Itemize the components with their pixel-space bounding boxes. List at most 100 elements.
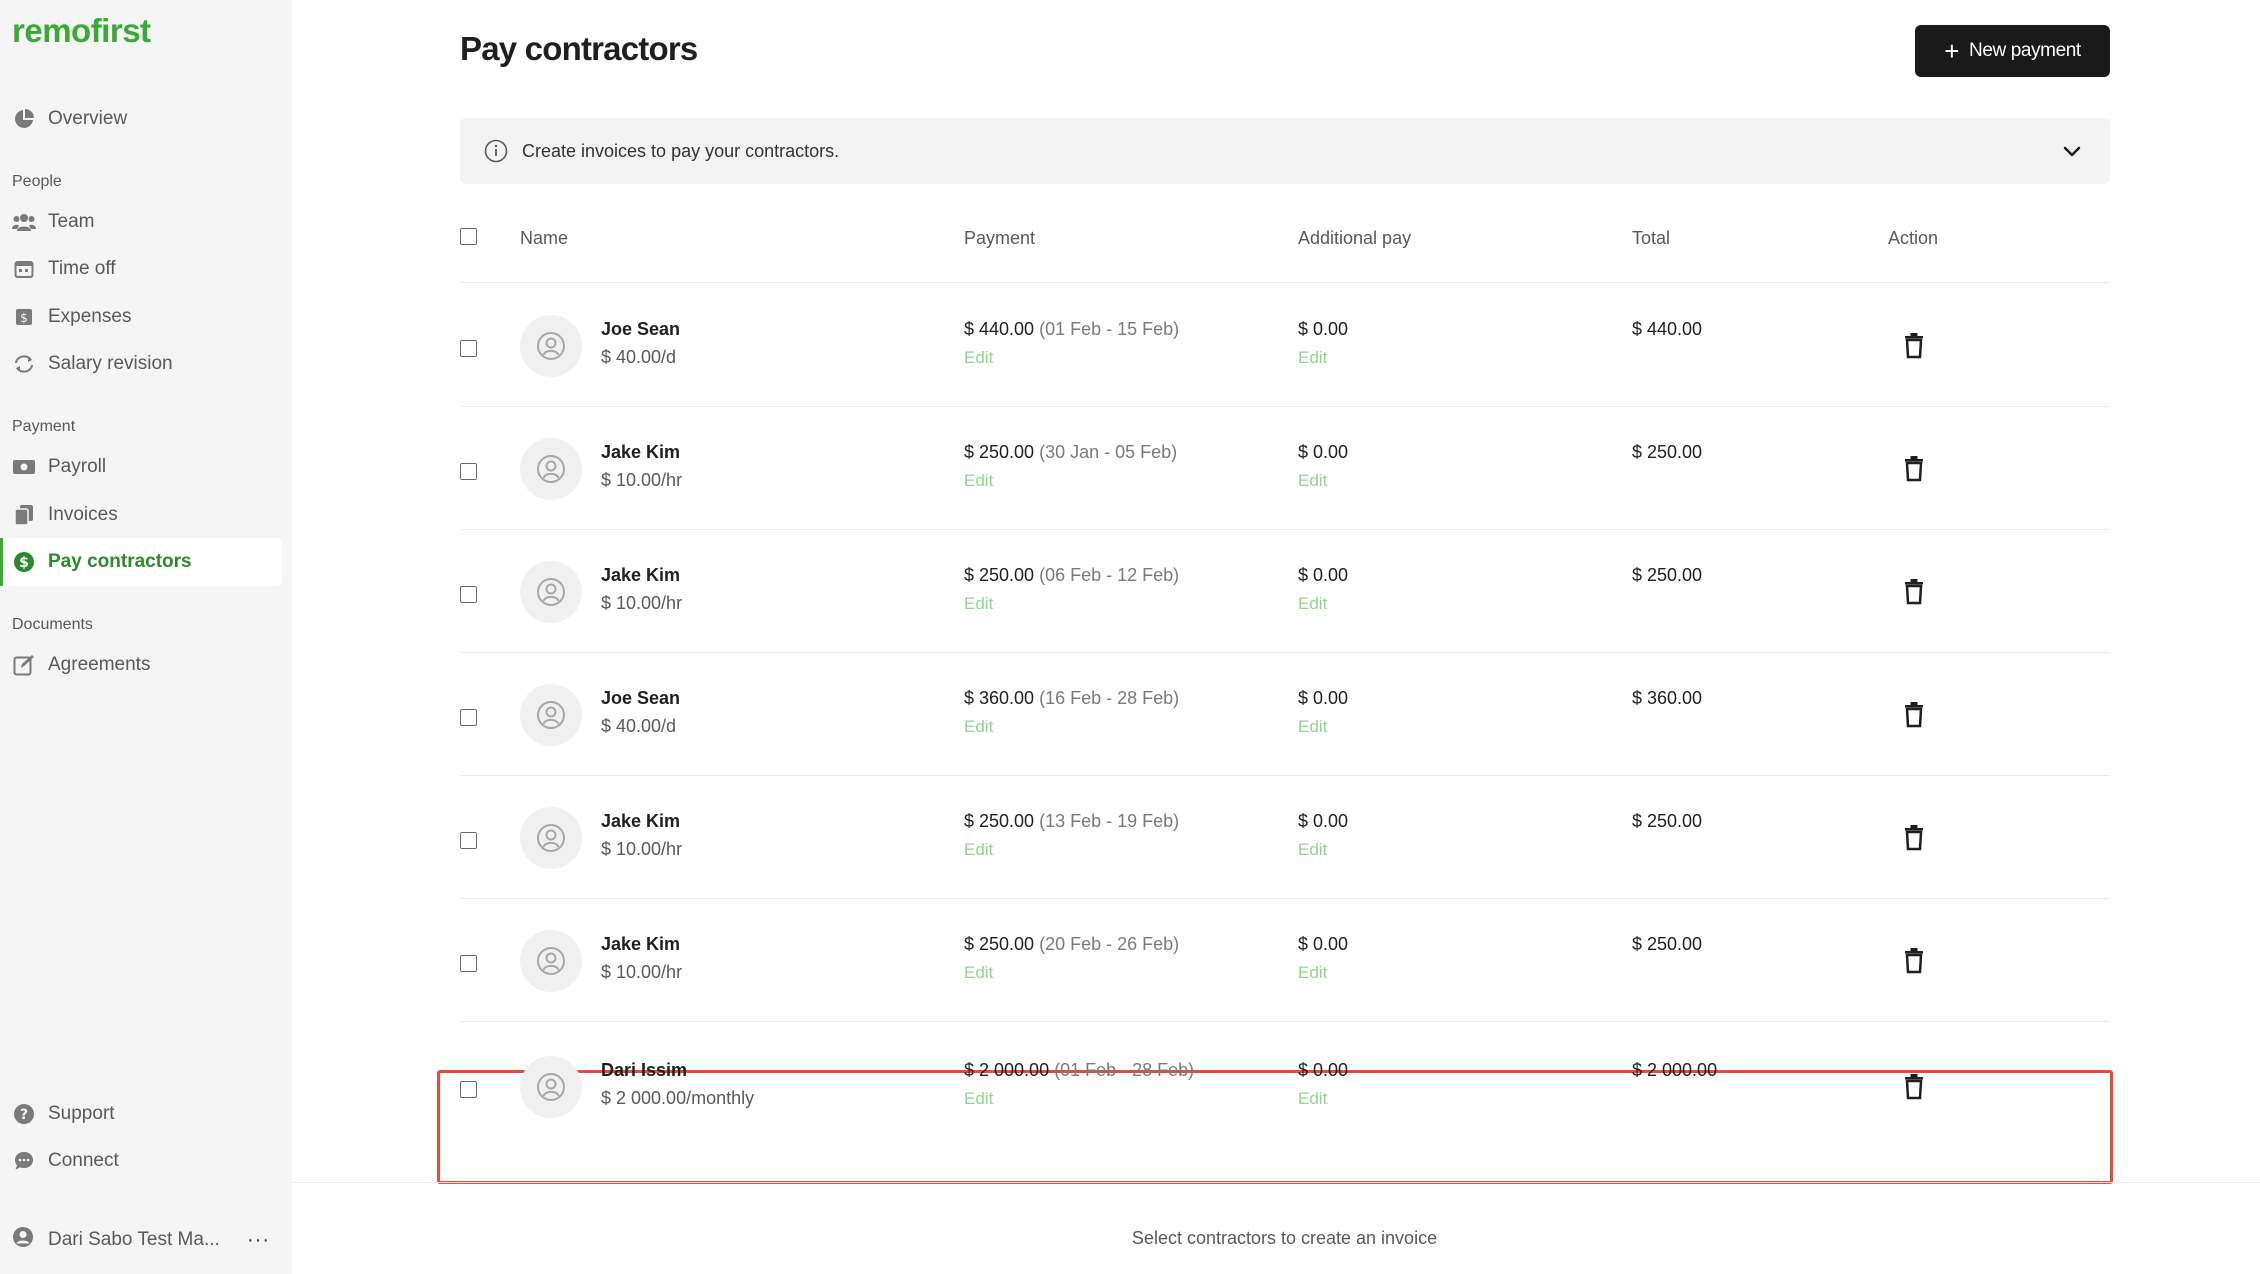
- edit-payment-link[interactable]: Edit: [964, 1089, 993, 1109]
- edit-additional-pay-link[interactable]: Edit: [1298, 963, 1327, 983]
- trash-icon[interactable]: [1900, 823, 1928, 851]
- trash-icon[interactable]: [1900, 946, 1928, 974]
- additional-pay-amount: $ 0.00: [1298, 1060, 1349, 1080]
- header-additional-pay: Additional pay: [1298, 228, 1412, 248]
- row-checkbox[interactable]: [460, 709, 477, 726]
- payment-period: (01 Feb - 28 Feb): [1054, 1060, 1195, 1080]
- logo[interactable]: remofirst: [12, 12, 151, 50]
- payment-value: $ 250.00: [964, 811, 1035, 831]
- sidebar-item-support[interactable]: ? Support: [0, 1090, 282, 1138]
- more-options-icon[interactable]: ···: [247, 1229, 270, 1252]
- sidebar-item-payroll[interactable]: Payroll: [0, 443, 282, 491]
- trash-icon[interactable]: [1900, 577, 1928, 605]
- edit-additional-pay-link[interactable]: Edit: [1298, 471, 1327, 491]
- edit-additional-pay-link[interactable]: Edit: [1298, 717, 1327, 737]
- contractor-rate: $ 10.00/hr: [601, 470, 683, 490]
- dollar-circle-icon: $: [12, 550, 36, 574]
- row-checkbox[interactable]: [460, 586, 477, 603]
- payment-value: $ 2 000.00: [964, 1060, 1050, 1080]
- divider: [460, 898, 2110, 899]
- sidebar-item-salary-revision[interactable]: Salary revision: [0, 340, 282, 388]
- new-payment-button[interactable]: + New payment: [1915, 25, 2110, 77]
- contractor-rate: $ 10.00/hr: [601, 839, 683, 859]
- avatar: [520, 1056, 582, 1118]
- row-checkbox[interactable]: [460, 463, 477, 480]
- edit-payment-link[interactable]: Edit: [964, 348, 993, 368]
- user-avatar-icon: [12, 1226, 34, 1254]
- contractor-rate: $ 40.00/d: [601, 716, 677, 736]
- sidebar-item-label: Pay contractors: [48, 551, 192, 572]
- edit-additional-pay-link[interactable]: Edit: [1298, 840, 1327, 860]
- row-checkbox[interactable]: [460, 340, 477, 357]
- payment-value: $ 440.00: [964, 319, 1035, 339]
- contractor-name: Jake Kim: [601, 442, 681, 462]
- calendar-icon: [12, 257, 36, 281]
- row-checkbox[interactable]: [460, 1081, 477, 1098]
- user-placeholder-icon: [537, 578, 565, 606]
- edit-additional-pay-link[interactable]: Edit: [1298, 594, 1327, 614]
- header-action: Action: [1888, 228, 1939, 248]
- user-menu[interactable]: Dari Sabo Test Ma... ···: [12, 1226, 270, 1254]
- edit-additional-pay-link[interactable]: Edit: [1298, 348, 1327, 368]
- total-amount: $ 250.00: [1632, 811, 1703, 831]
- additional-pay-amount: $ 0.00: [1298, 319, 1349, 339]
- sidebar-item-pay-contractors[interactable]: $ Pay contractors: [0, 538, 282, 586]
- receipt-icon: $: [12, 305, 36, 329]
- total-amount: $ 250.00: [1632, 934, 1703, 954]
- edit-additional-pay-link[interactable]: Edit: [1298, 1089, 1327, 1109]
- sidebar-item-label: Support: [48, 1103, 115, 1124]
- info-text: Create invoices to pay your contractors.: [522, 140, 840, 161]
- sidebar-item-invoices[interactable]: Invoices: [0, 491, 282, 539]
- row-checkbox[interactable]: [460, 955, 477, 972]
- edit-payment-link[interactable]: Edit: [964, 840, 993, 860]
- section-label-documents: Documents: [12, 616, 93, 633]
- table-row[interactable]: Jake Kim $ 10.00/hr $ 250.00 (13 Feb - 19 …: [460, 776, 2110, 899]
- divider: [292, 1182, 2260, 1183]
- sidebar-item-label: Salary revision: [48, 353, 173, 374]
- row-checkbox[interactable]: [460, 832, 477, 849]
- sidebar: remofirst Overview People Team Time off …: [0, 0, 292, 1274]
- table-row[interactable]: Jake Kim $ 10.00/hr $ 250.00 (06 Feb - 12 …: [460, 530, 2110, 653]
- table-row[interactable]: Jake Kim $ 10.00/hr $ 250.00 (30 Jan - 05 …: [460, 407, 2110, 530]
- avatar: [520, 438, 582, 500]
- edit-payment-link[interactable]: Edit: [964, 963, 993, 983]
- pie-chart-icon: [12, 107, 36, 131]
- sidebar-item-label: Overview: [48, 108, 128, 129]
- sidebar-item-label: Expenses: [48, 306, 132, 327]
- total-amount: $ 2 000.00: [1632, 1060, 1718, 1080]
- svg-text:?: ?: [20, 1107, 28, 1123]
- contractor-rate: $ 40.00/d: [601, 347, 677, 367]
- additional-pay-amount: $ 0.00: [1298, 688, 1349, 708]
- sidebar-item-agreements[interactable]: Agreements: [0, 641, 282, 689]
- select-all-checkbox[interactable]: [460, 228, 477, 245]
- payment-period: (13 Feb - 19 Feb): [1039, 811, 1180, 831]
- contractor-name: Joe Sean: [601, 319, 681, 339]
- table-row[interactable]: Dari Issim $ 2 000.00/monthly $ 2 000.00 (…: [437, 1056, 2113, 1184]
- page-title: Pay contractors: [460, 30, 698, 67]
- additional-pay-amount: $ 0.00: [1298, 565, 1349, 585]
- table-row[interactable]: Joe Sean $ 40.00/d $ 360.00 (16 Feb - 28 F…: [460, 653, 2110, 776]
- user-placeholder-icon: [537, 455, 565, 483]
- sidebar-item-time-off[interactable]: Time off: [0, 245, 282, 293]
- payment-period: (20 Feb - 26 Feb): [1039, 934, 1180, 954]
- trash-icon[interactable]: [1900, 700, 1928, 728]
- edit-payment-link[interactable]: Edit: [964, 471, 993, 491]
- edit-payment-link[interactable]: Edit: [964, 717, 993, 737]
- trash-icon[interactable]: [1900, 454, 1928, 482]
- contractor-name: Joe Sean: [601, 688, 681, 708]
- avatar: [520, 807, 582, 869]
- trash-icon[interactable]: [1900, 1072, 1928, 1100]
- table-row[interactable]: Joe Sean $ 40.00/d $ 440.00 (01 Feb - 15 F…: [460, 284, 2110, 407]
- sidebar-item-team[interactable]: Team: [0, 198, 282, 246]
- info-banner[interactable]: Create invoices to pay your contractors.: [460, 118, 2110, 184]
- sidebar-item-connect[interactable]: Connect: [0, 1137, 282, 1185]
- sidebar-item-label: Invoices: [48, 504, 118, 525]
- trash-icon[interactable]: [1900, 331, 1928, 359]
- sidebar-item-overview[interactable]: Overview: [0, 95, 282, 143]
- contractor-rate: $ 10.00/hr: [601, 593, 683, 613]
- sidebar-item-expenses[interactable]: $ Expenses: [0, 293, 282, 341]
- edit-payment-link[interactable]: Edit: [964, 594, 993, 614]
- table-row[interactable]: Jake Kim $ 10.00/hr $ 250.00 (20 Feb - 26 …: [460, 899, 2110, 1022]
- divider: [460, 282, 2110, 283]
- chevron-down-icon[interactable]: [2060, 139, 2084, 163]
